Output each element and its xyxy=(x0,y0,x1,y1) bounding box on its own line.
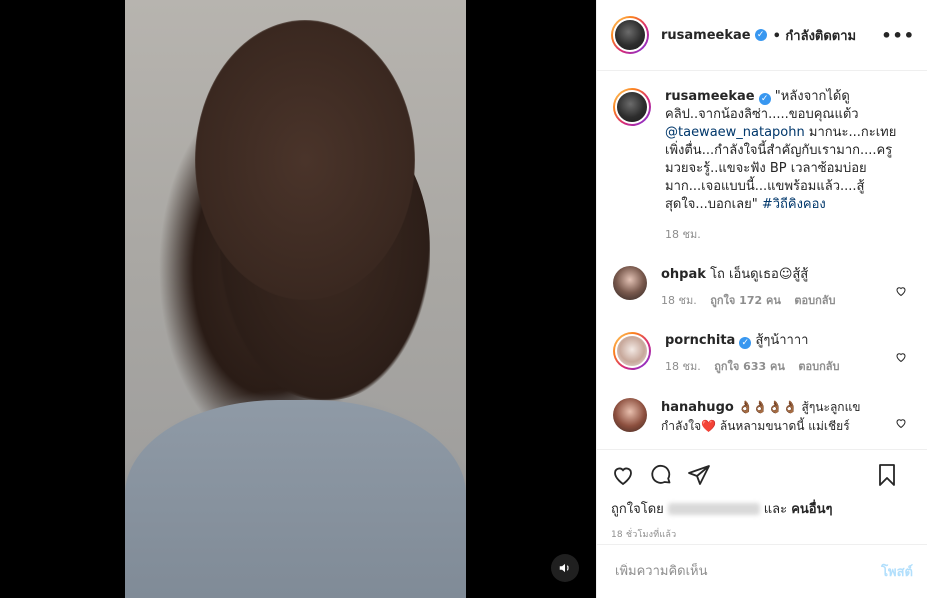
speaker-icon xyxy=(559,563,569,573)
blurred-username xyxy=(667,503,760,515)
comment-text: สู้ๆน้าาาา xyxy=(755,333,809,348)
media-area xyxy=(0,0,596,598)
likes-prefix: ถูกใจโดย xyxy=(611,502,664,517)
comment-item: pornchita ✓ สู้ๆน้าาาา 18 ชม. ถูกใจ 633 ค… xyxy=(613,332,911,376)
post-caption: rusameekae ✓ "หลังจากได้ดูคลิป..จากน้องลิ… xyxy=(613,72,911,244)
comment-avatar[interactable] xyxy=(613,332,651,370)
comment-text: โถ เอ็นดูเธอ☺สู้สู้ xyxy=(710,267,809,282)
likes-others-link[interactable]: คนอื่นๆ xyxy=(791,502,832,517)
post-header: rusameekae ✓ • กำลังติดตาม ••• xyxy=(597,0,927,71)
comment-like-heart-icon[interactable] xyxy=(895,348,907,367)
comment-username[interactable]: ohpak xyxy=(661,267,706,282)
more-options-icon[interactable]: ••• xyxy=(881,26,915,45)
add-comment-bar: โพสต์ xyxy=(597,544,927,598)
comment-username[interactable]: hanahugo xyxy=(661,400,734,415)
save-bookmark-icon[interactable] xyxy=(875,463,899,487)
caption-author-avatar[interactable] xyxy=(613,88,651,126)
post-side-panel: rusameekae ✓ • กำลังติดตาม ••• rusameeka… xyxy=(596,0,927,598)
reply-button[interactable]: ตอบกลับ xyxy=(794,294,835,307)
comment-bubble-icon[interactable] xyxy=(649,463,673,487)
author-username[interactable]: rusameekae xyxy=(661,28,751,43)
comment-like-heart-icon[interactable] xyxy=(895,414,907,433)
comment-avatar[interactable] xyxy=(613,398,647,432)
author-avatar[interactable] xyxy=(611,16,649,54)
sound-toggle-button[interactable] xyxy=(551,554,579,582)
comment-item: hanahugo 👌🏾👌🏾👌🏾👌🏾 สู้ๆนะลูกแข กำลังใจ❤️ … xyxy=(613,398,911,436)
comment-username[interactable]: pornchita xyxy=(665,333,735,348)
share-paper-plane-icon[interactable] xyxy=(687,463,711,487)
comment-time[interactable]: 18 ชม. xyxy=(665,360,701,373)
verified-badge-icon: ✓ xyxy=(758,93,771,105)
video-frame-hand xyxy=(195,20,415,300)
verified-badge-icon: ✓ xyxy=(739,337,752,349)
like-heart-icon[interactable] xyxy=(611,463,635,487)
caption-hashtag-link[interactable]: #วิถีคิงคอง xyxy=(762,197,826,212)
video-player[interactable] xyxy=(125,0,466,598)
comment-input[interactable] xyxy=(613,563,882,580)
comment-time[interactable]: 18 ชม. xyxy=(661,294,697,307)
comment-item: ohpak โถ เอ็นดูเธอ☺สู้สู้ 18 ชม. ถูกใจ 1… xyxy=(613,266,911,310)
comment-likes[interactable]: ถูกใจ 633 คน xyxy=(714,360,785,373)
caption-text: rusameekae ✓ "หลังจากได้ดูคลิป..จากน้องลิ… xyxy=(665,88,897,244)
post-actions: ถูกใจโดย และ คนอื่นๆ 18 ชั่วโมงที่แล้ว xyxy=(597,449,927,544)
reply-button[interactable]: ตอบกลับ xyxy=(798,360,839,373)
caption-mention-link[interactable]: @taewaew_natapohn xyxy=(665,125,805,140)
comments-list[interactable]: rusameekae ✓ "หลังจากได้ดูคลิป..จากน้องลิ… xyxy=(597,72,927,449)
post-timestamp[interactable]: 18 ชั่วโมงที่แล้ว xyxy=(611,527,913,541)
comment-likes[interactable]: ถูกใจ 172 คน xyxy=(710,294,781,307)
likes-and: และ xyxy=(763,502,788,517)
likes-summary[interactable]: ถูกใจโดย และ คนอื่นๆ xyxy=(611,498,913,519)
caption-username[interactable]: rusameekae xyxy=(665,89,755,104)
post-comment-button[interactable]: โพสต์ xyxy=(881,561,913,582)
comment-avatar[interactable] xyxy=(613,266,647,300)
video-frame-shirt xyxy=(125,400,466,598)
caption-time[interactable]: 18 ชม. xyxy=(665,226,897,244)
verified-badge-icon: ✓ xyxy=(754,29,767,41)
comment-like-heart-icon[interactable] xyxy=(895,282,907,301)
following-label[interactable]: • กำลังติดตาม xyxy=(773,25,857,46)
